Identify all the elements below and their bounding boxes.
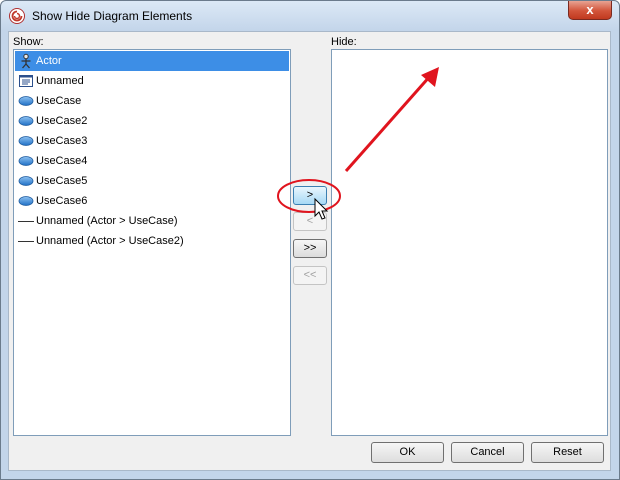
hide-list[interactable] <box>331 49 608 436</box>
list-item[interactable]: UseCase3 <box>15 131 289 151</box>
app-logo-icon <box>9 8 25 24</box>
dialog-window: Show Hide Diagram Elements x Show: Actor… <box>0 0 620 480</box>
hide-pane-label: Hide: <box>331 36 357 48</box>
list-item-label: UseCase <box>36 95 82 107</box>
show-list[interactable]: Actor Unnamed UseCase UseCase2 UseCase3 UseCa… <box>13 49 291 436</box>
close-button[interactable]: x <box>568 1 612 20</box>
usecase-icon <box>18 133 34 149</box>
usecase-icon <box>18 93 34 109</box>
dialog-body: Show: Actor Unnamed UseCase UseCase2 UseCase… <box>8 31 611 471</box>
list-item[interactable]: Unnamed (Actor > UseCase2) <box>15 231 289 251</box>
list-item[interactable]: Actor <box>15 51 289 71</box>
list-item-label: Unnamed <box>36 75 84 87</box>
note-icon <box>18 73 34 89</box>
show-pane-label: Show: <box>13 36 44 48</box>
usecase-icon <box>18 113 34 129</box>
reset-button[interactable]: Reset <box>531 442 604 463</box>
list-item-label: Unnamed (Actor > UseCase) <box>36 215 178 227</box>
association-icon <box>18 213 34 229</box>
list-item-label: UseCase4 <box>36 155 88 167</box>
list-item-label: UseCase5 <box>36 175 88 187</box>
actor-icon <box>18 53 34 69</box>
list-item[interactable]: UseCase5 <box>15 171 289 191</box>
move-all-left-button[interactable]: << <box>293 266 327 285</box>
list-item[interactable]: UseCase6 <box>15 191 289 211</box>
move-right-button[interactable]: > <box>293 186 327 205</box>
title-bar[interactable]: Show Hide Diagram Elements x <box>1 1 619 31</box>
usecase-icon <box>18 153 34 169</box>
list-item[interactable]: UseCase4 <box>15 151 289 171</box>
list-item-label: UseCase3 <box>36 135 88 147</box>
list-item-label: Actor <box>36 55 62 67</box>
move-all-right-button[interactable]: >> <box>293 239 327 258</box>
list-item-label: UseCase2 <box>36 115 88 127</box>
association-icon <box>18 233 34 249</box>
list-item-label: Unnamed (Actor > UseCase2) <box>36 235 184 247</box>
list-item[interactable]: UseCase2 <box>15 111 289 131</box>
move-left-button[interactable]: < <box>293 212 327 231</box>
list-item-label: UseCase6 <box>36 195 88 207</box>
usecase-icon <box>18 193 34 209</box>
list-item[interactable]: UseCase <box>15 91 289 111</box>
ok-button[interactable]: OK <box>371 442 444 463</box>
list-item[interactable]: Unnamed <box>15 71 289 91</box>
cancel-button[interactable]: Cancel <box>451 442 524 463</box>
usecase-icon <box>18 173 34 189</box>
list-item[interactable]: Unnamed (Actor > UseCase) <box>15 211 289 231</box>
window-title: Show Hide Diagram Elements <box>32 9 193 23</box>
